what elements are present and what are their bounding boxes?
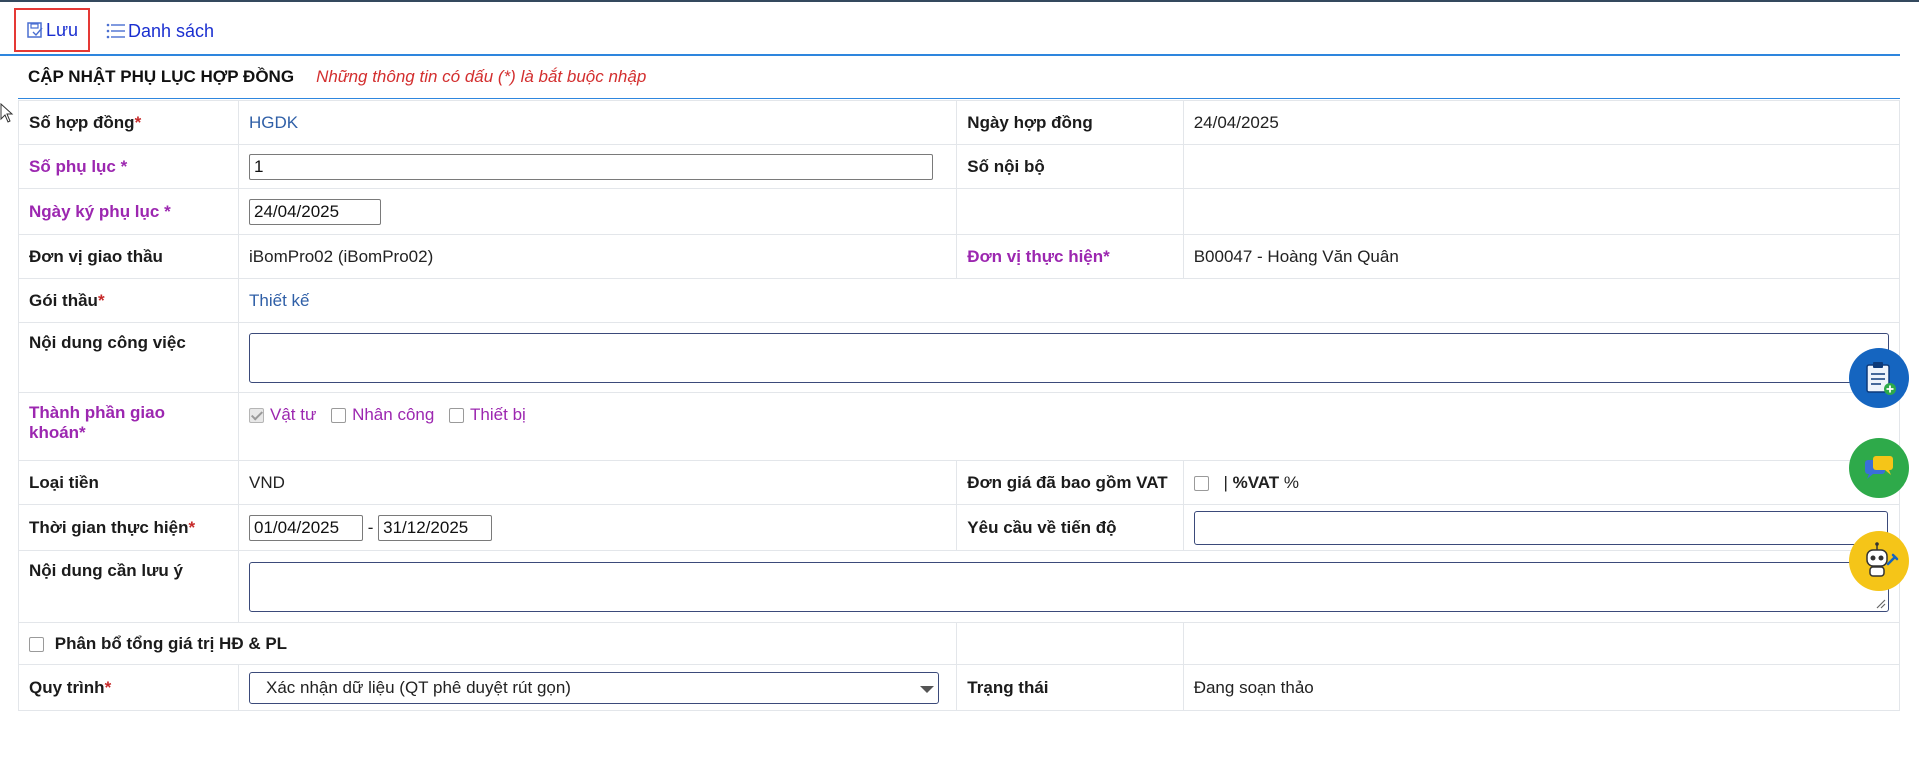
- appendix-no-label: Số phụ lục *: [29, 156, 128, 176]
- page-title: CẬP NHẬT PHỤ LỤC HỢP ĐỒNG: [28, 67, 295, 86]
- components-label: Thành phần giao khoán*: [29, 403, 165, 442]
- period-from-input[interactable]: [249, 514, 363, 541]
- save-button[interactable]: Lưu: [14, 8, 90, 52]
- chat-button[interactable]: [1849, 438, 1909, 498]
- vat-label: %VAT: [1232, 472, 1280, 492]
- resize-handle-icon[interactable]: [1874, 597, 1886, 609]
- progress-req-label: Yêu cầu về tiến độ: [967, 517, 1117, 537]
- contract-date-value: 24/04/2025: [1193, 112, 1279, 132]
- period-label: Thời gian thực hiện*: [29, 517, 196, 537]
- chat-icon: [1865, 456, 1893, 479]
- form-row: Đơn vị giao thầu iBomPro02 (iBomPro02) Đ…: [18, 234, 1901, 279]
- allocate-label: Phân bổ tổng giá trị HĐ & PL: [54, 633, 288, 653]
- materials-checkbox[interactable]: [249, 408, 264, 424]
- appendix-form: Số hợp đồng* HGDK Ngày hợp đồng 24/04/20…: [17, 100, 1901, 711]
- list-label: Danh sách: [128, 20, 215, 41]
- labor-checkbox[interactable]: [331, 408, 347, 424]
- contract-date-label: Ngày hợp đồng: [967, 112, 1093, 132]
- list-button[interactable]: Danh sách: [106, 14, 214, 48]
- progress-req-input[interactable]: [1193, 510, 1888, 545]
- appendix-sign-date-label: Ngày ký phụ lục *: [29, 201, 171, 221]
- appendix-sign-date-input[interactable]: [249, 198, 381, 225]
- vat-percent-sign: %: [1283, 472, 1300, 492]
- contract-no-label: Số hợp đồng*: [29, 112, 142, 132]
- equipment-label: Thiết bị: [470, 405, 526, 424]
- form-row: Loại tiền VND Đơn giá đã bao gồm VAT | %…: [18, 460, 1901, 505]
- mouse-cursor-icon: [0, 103, 14, 123]
- work-content-textarea[interactable]: [249, 332, 1889, 383]
- workflow-select[interactable]: Xác nhận dữ liệu (QT phê duyệt rút gọn): [249, 671, 939, 704]
- form-row: Số phụ lục * Số nội bộ: [18, 144, 1901, 189]
- workflow-label: Quy trình*: [29, 677, 112, 697]
- toolbar: Lưu Danh sách: [0, 2, 1900, 56]
- internal-no-label: Số nội bộ: [967, 156, 1045, 176]
- executing-unit-value: B00047 - Hoàng Văn Quân: [1193, 246, 1399, 266]
- section-header: CẬP NHẬT PHỤ LỤC HỢP ĐỒNG Những thông ti…: [18, 56, 1900, 99]
- clipboard-add-icon: [1866, 362, 1896, 395]
- executing-unit-label: Đơn vị thực hiện*: [967, 246, 1110, 266]
- form-row: Gói thầu* Thiết kế: [18, 278, 1900, 323]
- notes-label: Nội dung cần lưu ý: [29, 561, 183, 580]
- package-value: Thiết kế: [249, 290, 310, 310]
- work-content-label: Nội dung công việc: [29, 333, 186, 352]
- currency-label: Loại tiền: [29, 472, 99, 492]
- form-row: Phân bổ tổng giá trị HĐ & PL: [17, 622, 1901, 665]
- assigning-unit-label: Đơn vị giao thầu: [29, 246, 163, 266]
- assigning-unit-value: iBomPro02 (iBomPro02): [249, 246, 434, 266]
- appendix-no-input[interactable]: [249, 153, 933, 180]
- vat-separator: |: [1223, 472, 1228, 492]
- package-label: Gói thầu*: [29, 290, 105, 310]
- vat-included-checkbox[interactable]: [1193, 475, 1209, 491]
- contract-no-value: HGDK: [249, 112, 299, 132]
- labor-label: Nhân công: [352, 405, 435, 424]
- form-row: Số hợp đồng* HGDK Ngày hợp đồng 24/04/20…: [18, 100, 1901, 145]
- allocate-checkbox[interactable]: [29, 636, 44, 652]
- form-row: Quy trình* Xác nhận dữ liệu (QT phê duyệ…: [18, 664, 1901, 711]
- equipment-checkbox[interactable]: [449, 408, 465, 424]
- list-icon: [106, 23, 125, 39]
- form-row: Thời gian thực hiện* - Yêu cầu về tiến đ…: [18, 504, 1901, 551]
- form-row: Thành phần giao khoán* Vật tư Nhân công T…: [18, 392, 1900, 461]
- chevron-down-icon: [920, 685, 934, 693]
- form-row: Ngày ký phụ lục *: [18, 188, 1901, 235]
- period-to-input[interactable]: [378, 514, 493, 541]
- robot-support-icon: [1866, 542, 1899, 577]
- period-dash: -: [367, 517, 374, 537]
- save-label: Lưu: [46, 19, 79, 40]
- workflow-selected-value: Xác nhận dữ liệu (QT phê duyệt rút gọn): [266, 677, 571, 697]
- required-note: Những thông tin có dấu (*) là bắt buộc n…: [316, 67, 647, 86]
- robot-support-button[interactable]: [1849, 531, 1909, 591]
- materials-label: Vật tư: [270, 405, 317, 424]
- status-value: Đang soạn thảo: [1193, 677, 1314, 697]
- notes-textarea[interactable]: [249, 561, 1889, 612]
- status-label: Trạng thái: [967, 677, 1049, 697]
- clipboard-add-button[interactable]: [1849, 348, 1909, 408]
- save-icon: [27, 22, 43, 38]
- form-row: Nội dung công việc: [18, 322, 1900, 393]
- currency-value: VND: [249, 472, 285, 492]
- vat-included-label: Đơn giá đã bao gồm VAT: [967, 472, 1168, 492]
- form-row: Nội dung cần lưu ý: [18, 550, 1900, 623]
